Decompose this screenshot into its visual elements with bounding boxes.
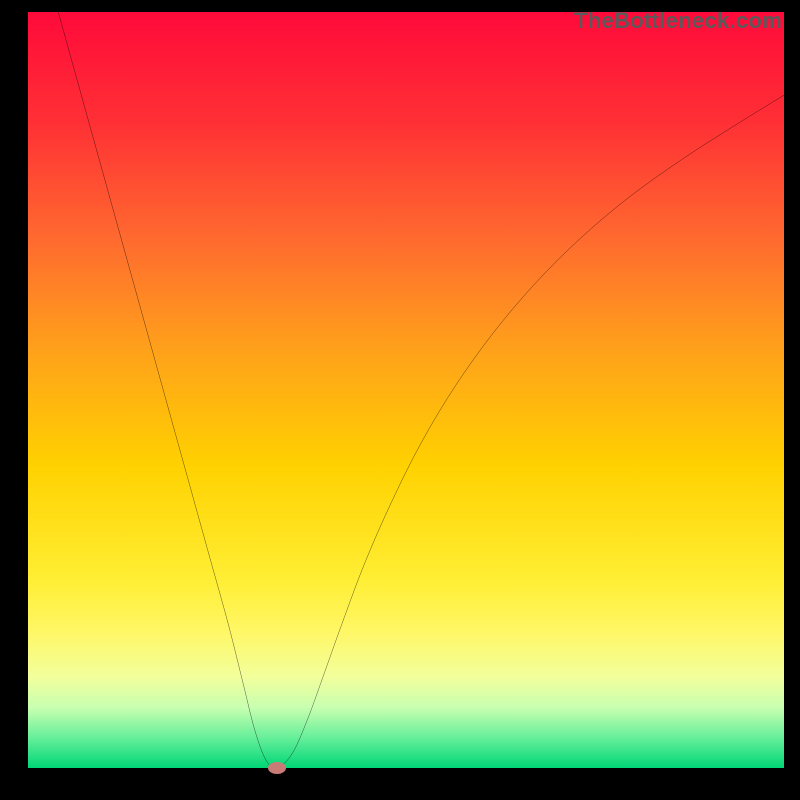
bottleneck-curve: [28, 12, 784, 768]
watermark-text: TheBottleneck.com: [574, 8, 782, 34]
chart-frame: TheBottleneck.com: [0, 0, 800, 800]
plot-area: [28, 12, 784, 768]
minimum-marker: [268, 762, 286, 774]
